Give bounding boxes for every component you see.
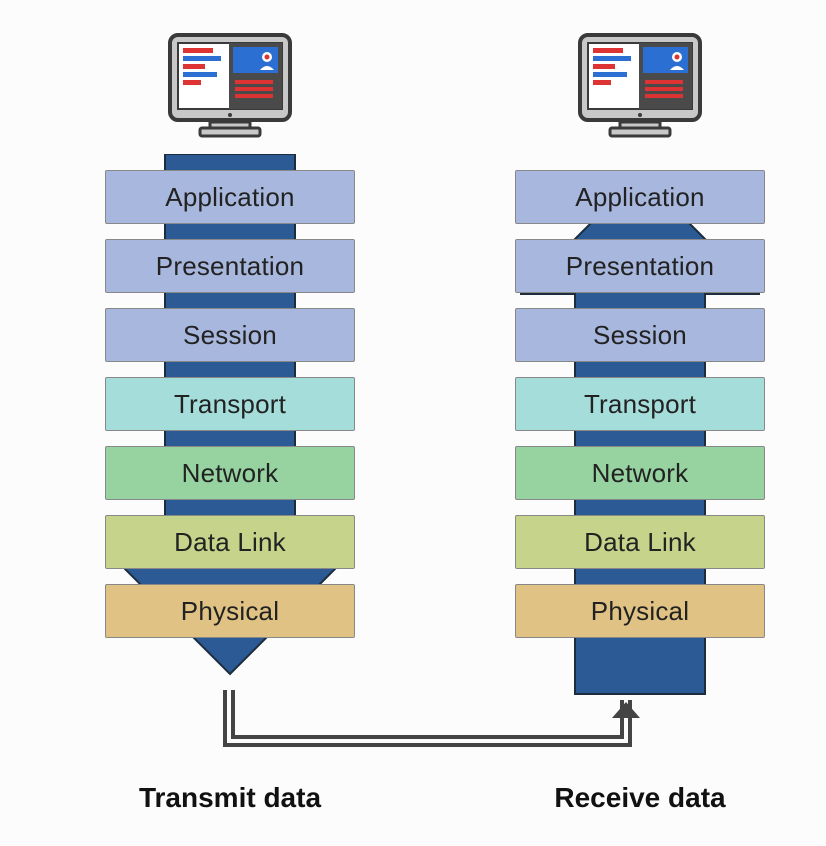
layer-transport: Transport <box>105 377 355 431</box>
connector-arrow-icon <box>160 690 680 780</box>
transmit-column: Application Presentation Session Transpo… <box>60 30 400 653</box>
layer-network: Network <box>105 446 355 500</box>
layer-datalink: Data Link <box>515 515 765 569</box>
transmit-layers: Application Presentation Session Transpo… <box>60 170 400 638</box>
layer-physical: Physical <box>515 584 765 638</box>
computer-icon <box>575 30 705 140</box>
layer-datalink: Data Link <box>105 515 355 569</box>
layer-application: Application <box>105 170 355 224</box>
receive-caption: Receive data <box>470 782 810 814</box>
layer-application: Application <box>515 170 765 224</box>
layer-session: Session <box>105 308 355 362</box>
transmit-caption: Transmit data <box>60 782 400 814</box>
layer-session: Session <box>515 308 765 362</box>
computer-icon <box>165 30 295 140</box>
osi-diagram: Application Presentation Session Transpo… <box>0 0 826 846</box>
layer-network: Network <box>515 446 765 500</box>
receive-layers: Application Presentation Session Transpo… <box>470 170 810 638</box>
layer-transport: Transport <box>515 377 765 431</box>
receive-column: Application Presentation Session Transpo… <box>470 30 810 653</box>
layer-physical: Physical <box>105 584 355 638</box>
layer-presentation: Presentation <box>515 239 765 293</box>
layer-presentation: Presentation <box>105 239 355 293</box>
